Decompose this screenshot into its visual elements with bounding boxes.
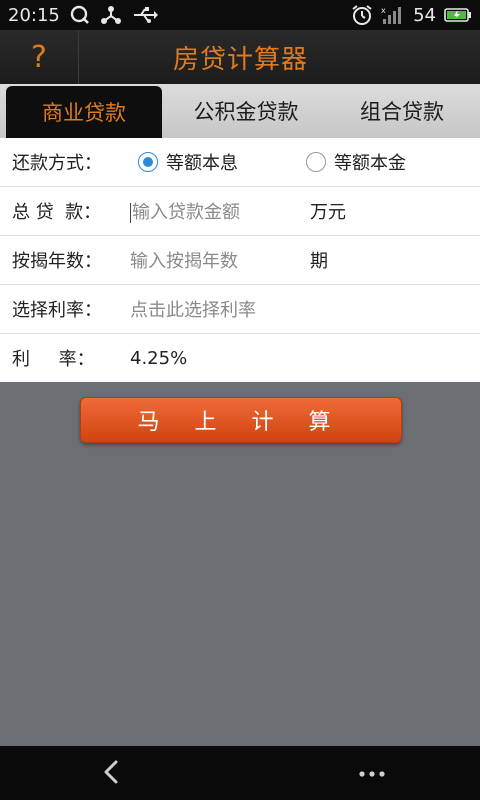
loan-type-tabs: 商业贷款 公积金贷款 组合贷款 <box>0 84 480 138</box>
status-bar: 20:15 x 54 <box>0 0 480 30</box>
calculate-button[interactable]: 马 上 计 算 <box>80 397 402 443</box>
text-cursor <box>130 203 131 223</box>
rate-value: 4.25% <box>130 347 188 369</box>
bottom-nav-bar <box>0 746 480 800</box>
loan-amount-placeholder: 输入贷款金额 <box>132 202 240 223</box>
loan-amount-unit: 万元 <box>310 202 346 223</box>
help-button[interactable]: ? <box>0 30 79 84</box>
mortgage-years-row: 按揭年数： 输入按揭年数 期 <box>0 236 480 285</box>
mortgage-years-label: 按揭年数： <box>12 251 102 272</box>
rate-row: 利 率： 4.25% <box>0 334 480 382</box>
alarm-icon <box>351 4 373 26</box>
repayment-option-equal-installment[interactable]: 等额本息 <box>138 149 238 175</box>
repayment-option-label: 等额本金 <box>334 153 406 174</box>
repayment-option-label: 等额本息 <box>166 153 238 174</box>
rate-select-label: 选择利率： <box>12 300 102 321</box>
back-icon[interactable] <box>98 758 126 786</box>
q-icon <box>70 5 90 25</box>
radio-checked-icon[interactable] <box>138 152 158 172</box>
rate-select-row[interactable]: 选择利率： 点击此选择利率 <box>0 285 480 334</box>
rate-label: 利 率： <box>12 349 95 370</box>
page-title: 房贷计算器 <box>172 44 308 75</box>
battery-icon <box>444 7 472 23</box>
tab-combined-loan[interactable]: 组合贷款 <box>324 84 480 138</box>
rate-select-field[interactable]: 点击此选择利率 <box>130 296 256 322</box>
loan-amount-row: 总 贷 款： 输入贷款金额 万元 <box>0 187 480 236</box>
repayment-option-equal-principal[interactable]: 等额本金 <box>306 149 406 175</box>
loan-amount-label: 总 贷 款： <box>12 202 102 223</box>
svg-text:x: x <box>381 6 386 15</box>
usb-icon <box>132 6 158 24</box>
repayment-method-row: 还款方式： 等额本息 等额本金 <box>0 138 480 187</box>
repayment-method-label: 还款方式： <box>12 153 102 174</box>
loan-form: 还款方式： 等额本息 等额本金 总 贷 款： 输入贷款金额 万元 按揭年数： 输… <box>0 138 480 382</box>
signal-icon: x <box>381 5 405 25</box>
mortgage-years-input[interactable]: 输入按揭年数 <box>130 247 238 273</box>
title-bar: ? 房贷计算器 <box>0 30 480 84</box>
share-icon <box>100 5 122 25</box>
battery-level: 54 <box>413 4 436 26</box>
loan-amount-input[interactable]: 输入贷款金额 <box>130 198 240 224</box>
status-time: 20:15 <box>8 4 60 26</box>
radio-unchecked-icon[interactable] <box>306 152 326 172</box>
more-icon[interactable] <box>358 760 386 788</box>
tab-commercial-loan[interactable]: 商业贷款 <box>6 86 162 138</box>
tab-provident-fund-loan[interactable]: 公积金贷款 <box>168 84 324 138</box>
mortgage-years-unit: 期 <box>310 251 328 272</box>
